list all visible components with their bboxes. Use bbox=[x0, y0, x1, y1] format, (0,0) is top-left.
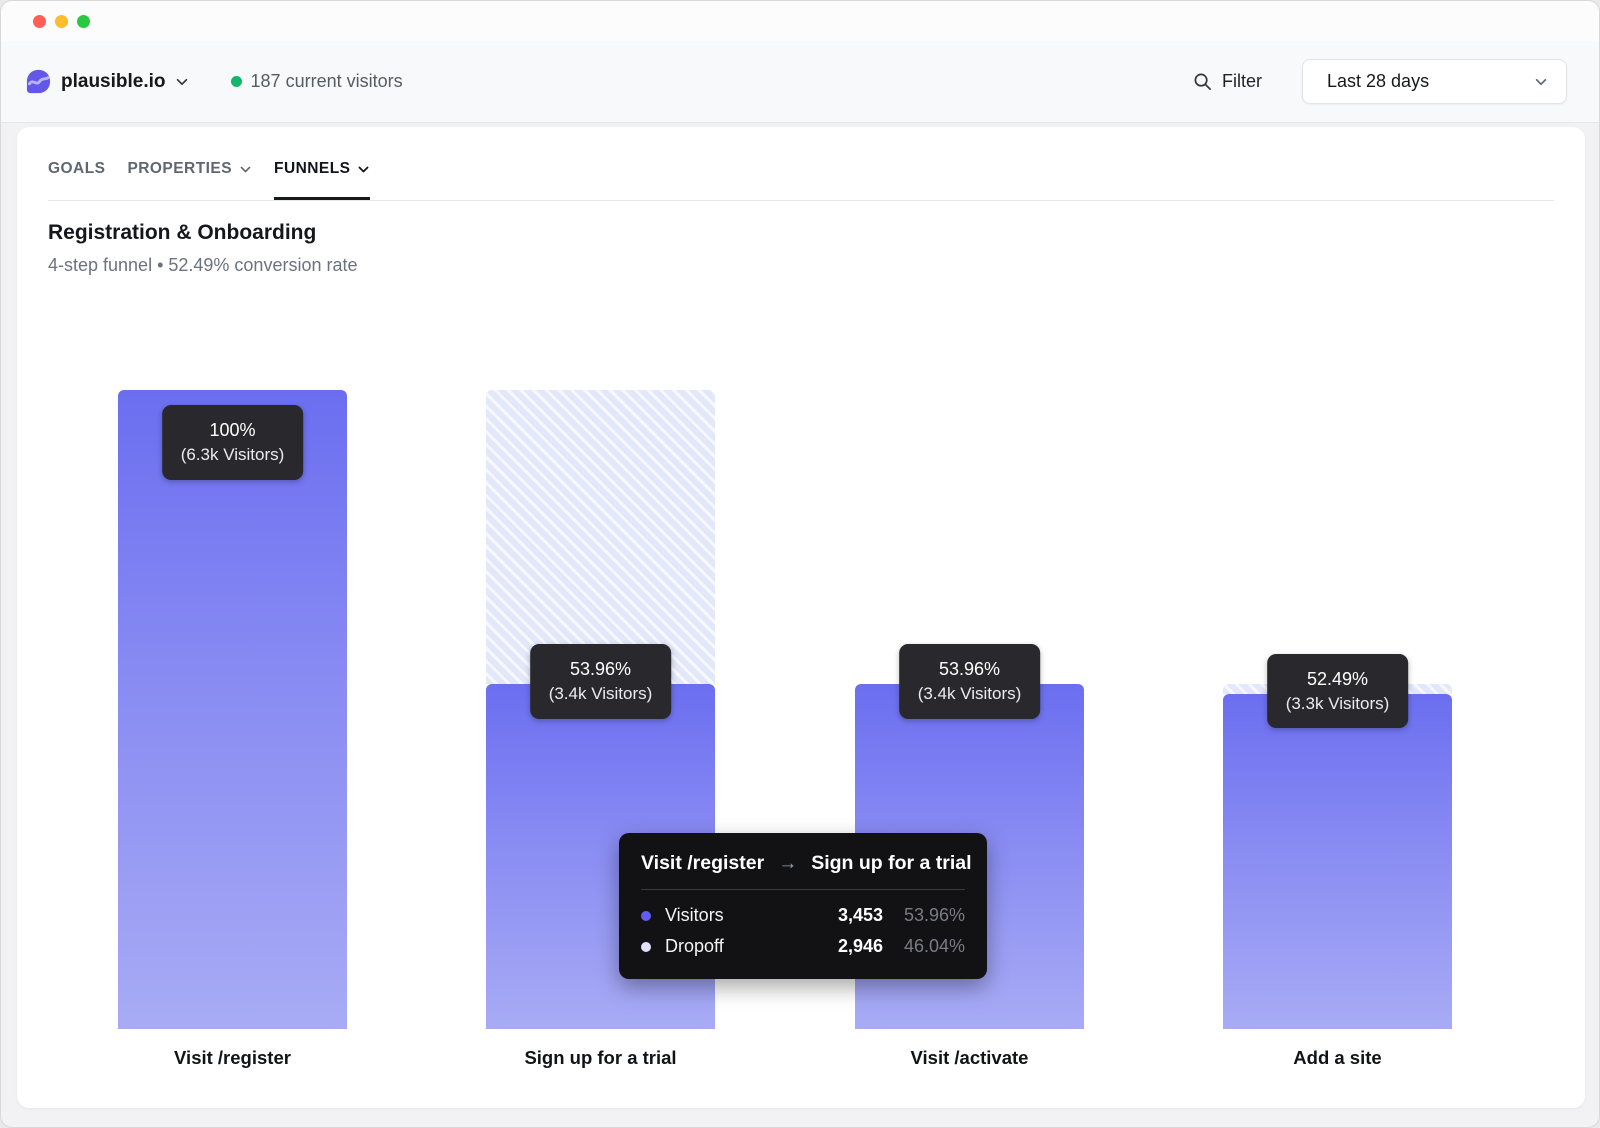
date-range-value: Last 28 days bbox=[1327, 71, 1534, 92]
badge-visitors: (6.3k Visitors) bbox=[181, 443, 285, 468]
conversion-badge: 100%(6.3k Visitors) bbox=[162, 405, 304, 480]
funnels-card: GOALS PROPERTIES FUNNELS Registration & … bbox=[17, 127, 1585, 1108]
maximize-window-button[interactable] bbox=[77, 15, 90, 28]
tooltip-header: Visit /register → Sign up for a trial bbox=[641, 852, 965, 875]
tab-funnels-label: FUNNELS bbox=[274, 160, 350, 178]
badge-percentage: 100% bbox=[181, 417, 285, 443]
funnel-step-column: 100%(6.3k Visitors)Visit /register bbox=[118, 390, 347, 1029]
funnel-title: Registration & Onboarding bbox=[48, 221, 1554, 245]
funnel-subtitle: 4-step funnel • 52.49% conversion rate bbox=[48, 255, 1554, 276]
arrow-right-icon: → bbox=[778, 853, 797, 875]
chevron-down-icon bbox=[239, 163, 252, 176]
badge-visitors: (3.4k Visitors) bbox=[549, 682, 653, 707]
tooltip-dropoff-value: 2,946 bbox=[838, 936, 883, 957]
badge-visitors: (3.4k Visitors) bbox=[918, 682, 1022, 707]
tab-bar: GOALS PROPERTIES FUNNELS bbox=[48, 127, 1554, 201]
tooltip-visitors-label: Visitors bbox=[665, 905, 838, 926]
funnel-bar[interactable] bbox=[118, 390, 347, 1029]
filter-button[interactable]: Filter bbox=[1193, 71, 1262, 92]
tooltip-dropoff-pct: 46.04% bbox=[883, 936, 965, 957]
tooltip-dropoff-label: Dropoff bbox=[665, 936, 838, 957]
tooltip-from-step: Visit /register bbox=[641, 852, 764, 875]
site-switcher[interactable]: plausible.io bbox=[25, 68, 189, 95]
funnel-step-label: Add a site bbox=[1223, 1047, 1452, 1069]
tab-funnels[interactable]: FUNNELS bbox=[274, 160, 370, 200]
tooltip-visitors-row: Visitors 3,453 53.96% bbox=[641, 900, 965, 931]
tab-goals-label: GOALS bbox=[48, 160, 105, 178]
live-visitors-dot-icon bbox=[231, 76, 242, 87]
current-visitors-label: 187 current visitors bbox=[251, 71, 403, 92]
app-window: plausible.io 187 current visitors Filter… bbox=[0, 0, 1600, 1128]
conversion-badge: 53.96%(3.4k Visitors) bbox=[899, 644, 1041, 719]
minimize-window-button[interactable] bbox=[55, 15, 68, 28]
search-icon bbox=[1193, 72, 1212, 91]
chevron-down-icon bbox=[357, 163, 370, 176]
tab-properties[interactable]: PROPERTIES bbox=[127, 160, 252, 200]
chevron-down-icon bbox=[1534, 75, 1548, 89]
tooltip-visitors-value: 3,453 bbox=[838, 905, 883, 926]
tooltip-to-step: Sign up for a trial bbox=[811, 852, 971, 875]
tooltip-divider bbox=[641, 889, 965, 890]
tooltip-visitors-pct: 53.96% bbox=[883, 905, 965, 926]
current-visitors: 187 current visitors bbox=[231, 71, 403, 92]
window-titlebar bbox=[1, 1, 1599, 41]
site-name: plausible.io bbox=[61, 71, 166, 93]
tooltip-dropoff-row: Dropoff 2,946 46.04% bbox=[641, 931, 965, 962]
conversion-badge: 53.96%(3.4k Visitors) bbox=[530, 644, 672, 719]
tab-goals[interactable]: GOALS bbox=[48, 160, 105, 200]
visitors-dot-icon bbox=[641, 911, 651, 921]
funnel-step-label: Visit /activate bbox=[855, 1047, 1084, 1069]
plausible-logo-icon bbox=[25, 68, 52, 95]
main-area: GOALS PROPERTIES FUNNELS Registration & … bbox=[1, 123, 1599, 1128]
funnel-chart: 100%(6.3k Visitors)Visit /register53.96%… bbox=[118, 390, 1458, 1110]
funnel-step-column: 52.49%(3.3k Visitors)Add a site bbox=[1223, 390, 1452, 1029]
funnel-step-label: Visit /register bbox=[118, 1047, 347, 1069]
filter-label: Filter bbox=[1222, 71, 1262, 92]
funnel-step-label: Sign up for a trial bbox=[486, 1047, 715, 1069]
tab-properties-label: PROPERTIES bbox=[127, 160, 232, 178]
badge-percentage: 53.96% bbox=[918, 656, 1022, 682]
badge-percentage: 52.49% bbox=[1286, 666, 1390, 692]
dropoff-hatched-area[interactable] bbox=[486, 390, 715, 684]
conversion-badge: 52.49%(3.3k Visitors) bbox=[1267, 654, 1409, 729]
funnel-tooltip: Visit /register → Sign up for a trial Vi… bbox=[619, 833, 987, 979]
dropoff-dot-icon bbox=[641, 942, 651, 952]
chevron-down-icon bbox=[175, 75, 189, 89]
close-window-button[interactable] bbox=[33, 15, 46, 28]
badge-percentage: 53.96% bbox=[549, 656, 653, 682]
funnel-bar[interactable] bbox=[1223, 694, 1452, 1029]
app-header: plausible.io 187 current visitors Filter… bbox=[1, 41, 1599, 123]
date-range-select[interactable]: Last 28 days bbox=[1302, 59, 1567, 104]
badge-visitors: (3.3k Visitors) bbox=[1286, 692, 1390, 717]
